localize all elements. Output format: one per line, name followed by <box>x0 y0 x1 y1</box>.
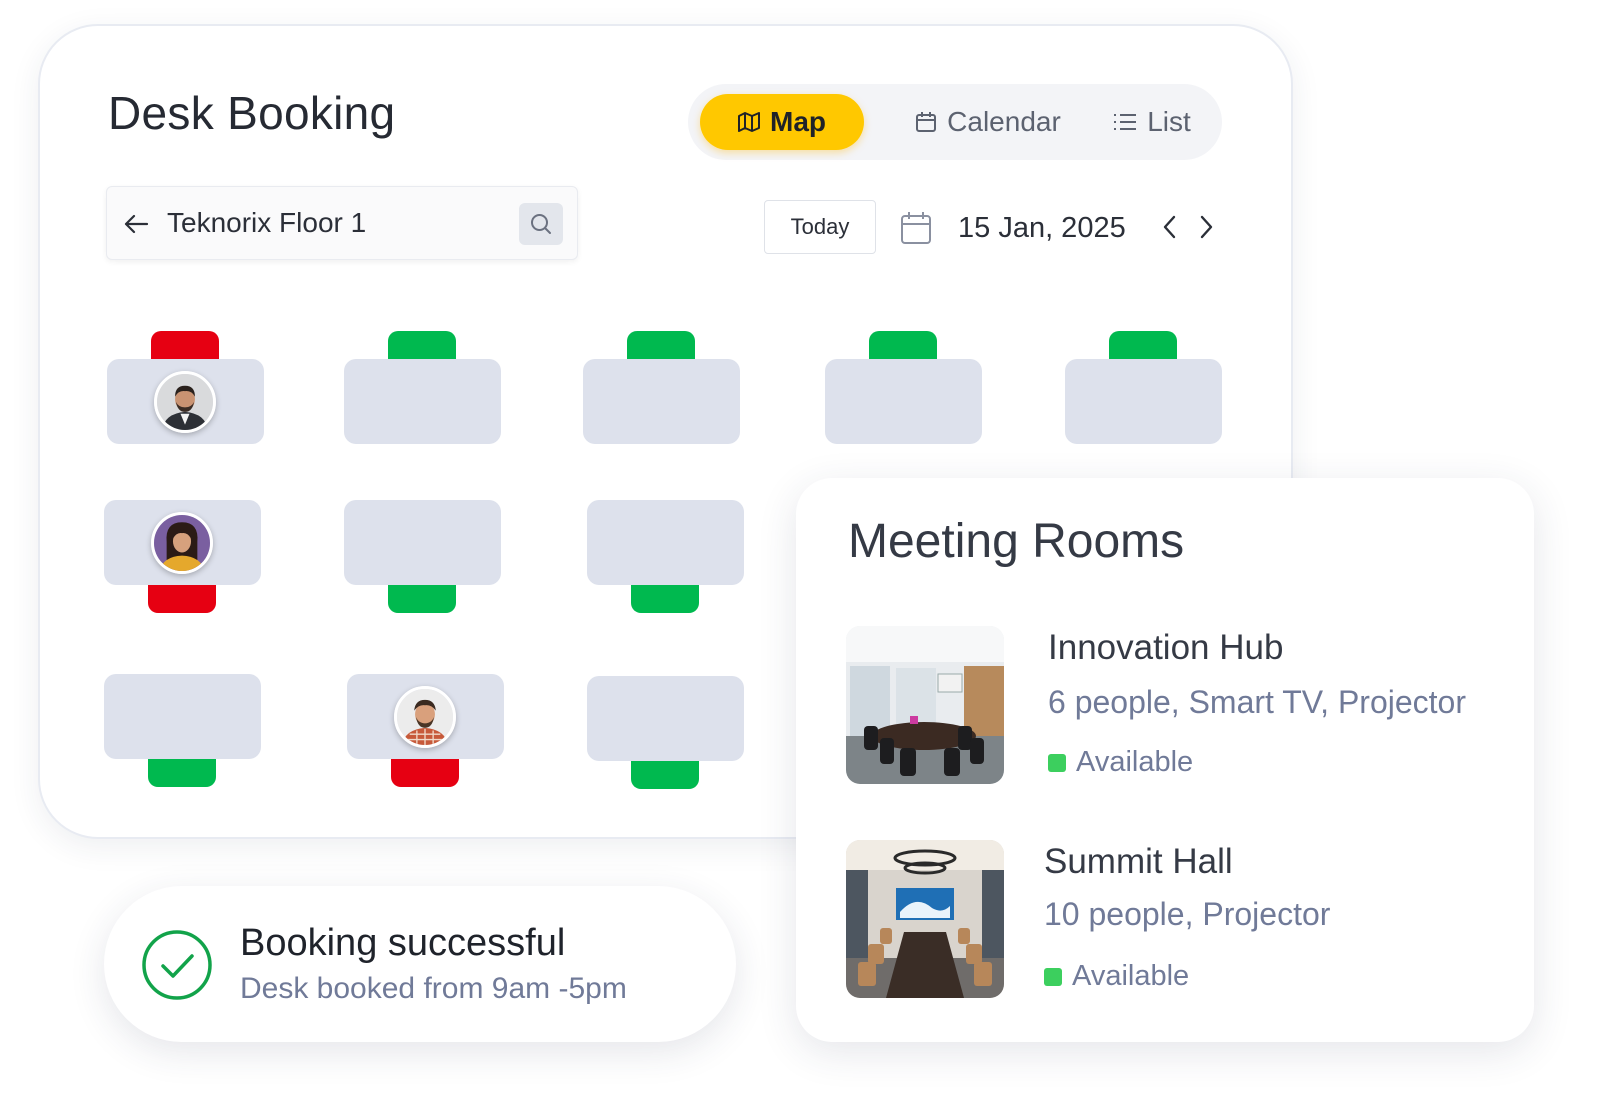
meeting-rooms-card: Meeting Rooms Innovation Hub 6 people, S… <box>796 478 1534 1042</box>
woman-avatar[interactable] <box>151 512 213 574</box>
page-title: Desk Booking <box>108 87 396 139</box>
status-dot-icon <box>1044 967 1062 986</box>
floor-search <box>106 186 578 260</box>
desk[interactable] <box>825 359 982 444</box>
room-status: Available <box>1048 746 1193 779</box>
map-view-label: Map <box>770 106 826 137</box>
chair-available <box>631 585 699 613</box>
man-suit-avatar[interactable] <box>154 371 216 433</box>
desk[interactable] <box>583 359 740 444</box>
list-icon <box>1114 114 1137 130</box>
chair-booked <box>391 759 459 787</box>
view-switcher: Map Calendar List <box>688 84 1222 160</box>
room-amenities: 10 people, Projector <box>1044 896 1331 932</box>
status-dot-icon <box>1048 753 1066 772</box>
toast-subtitle: Desk booked from 9am -5pm <box>240 972 627 1005</box>
meeting-rooms-title: Meeting Rooms <box>848 515 1185 568</box>
chair-available <box>388 331 456 359</box>
floor-search-input[interactable] <box>167 203 507 243</box>
chevron-left-icon[interactable] <box>1160 214 1180 240</box>
calendar-view-button[interactable]: Calendar <box>908 94 1068 150</box>
search-icon <box>531 214 551 234</box>
chair-available <box>1109 331 1177 359</box>
chair-available <box>869 331 937 359</box>
innovation-hub-photo[interactable] <box>846 626 1004 784</box>
check-circle-icon <box>142 930 212 1000</box>
chevron-right-icon[interactable] <box>1196 214 1216 240</box>
desk[interactable] <box>1065 359 1222 444</box>
list-view-button[interactable]: List <box>1102 94 1202 150</box>
calendar-view-label: Calendar <box>947 106 1061 137</box>
map-icon <box>738 112 760 132</box>
toast-title: Booking successful <box>240 922 566 964</box>
booking-success-toast: Booking successful Desk booked from 9am … <box>104 886 736 1042</box>
list-view-label: List <box>1147 106 1191 137</box>
summit-hall-photo[interactable] <box>846 840 1004 998</box>
chair-booked <box>151 331 219 359</box>
today-button[interactable]: Today <box>764 200 876 254</box>
map-view-button[interactable]: Map <box>700 94 864 150</box>
desk[interactable] <box>344 500 501 585</box>
room-amenities: 6 people, Smart TV, Projector <box>1048 684 1466 720</box>
room-status-label: Available <box>1072 960 1190 992</box>
back-arrow-icon[interactable] <box>121 209 151 239</box>
room-name[interactable]: Summit Hall <box>1044 842 1233 882</box>
chair-available <box>148 759 216 787</box>
desk[interactable] <box>587 676 744 761</box>
chair-available <box>631 761 699 789</box>
man-plaid-avatar[interactable] <box>394 686 456 748</box>
room-status-label: Available <box>1076 746 1194 778</box>
desk[interactable] <box>587 500 744 585</box>
desk[interactable] <box>344 359 501 444</box>
search-button[interactable] <box>519 203 563 245</box>
room-name[interactable]: Innovation Hub <box>1048 628 1283 668</box>
chair-available <box>627 331 695 359</box>
chair-available <box>388 585 456 613</box>
calendar-icon <box>916 112 937 132</box>
desk[interactable] <box>104 674 261 759</box>
chair-booked <box>148 585 216 613</box>
selected-date: 15 Jan, 2025 <box>958 212 1126 244</box>
room-status: Available <box>1044 960 1189 993</box>
calendar-date-icon[interactable] <box>900 210 932 246</box>
